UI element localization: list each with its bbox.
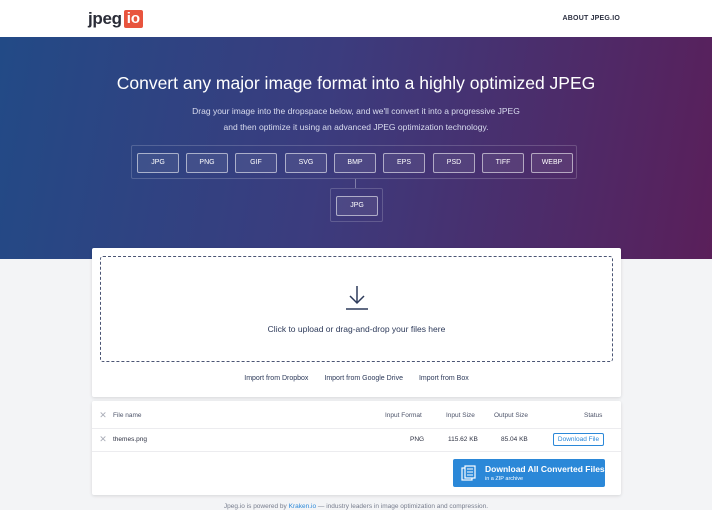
download-file-button[interactable]: Download File [553, 433, 604, 446]
format-jpg: JPG [137, 153, 179, 173]
dropzone-text: Click to upload or drag-and-drop your fi… [267, 324, 446, 334]
column-output-size: Output Size [494, 412, 528, 419]
column-input-size: Input Size [446, 412, 475, 419]
column-file-name: File name [113, 412, 142, 419]
hero-banner: Convert any major image format into a hi… [0, 37, 712, 259]
format-tiff: TIFF [482, 153, 524, 173]
footer-text: Jpeg.io is powered by Kraken.io — indust… [0, 503, 712, 510]
format-gif: GIF [235, 153, 277, 173]
file-name-cell: themes.png [113, 436, 147, 443]
zip-button-title: Download All Converted Files [485, 464, 605, 474]
logo-badge: io [123, 10, 144, 28]
hero-title: Convert any major image format into a hi… [116, 73, 596, 93]
hero-desc-line-1: Drag your image into the dropspace below… [192, 106, 520, 116]
import-box-link[interactable]: Import from Box [419, 375, 469, 382]
format-webp: WEBP [531, 153, 573, 173]
upload-dropzone[interactable]: Click to upload or drag-and-drop your fi… [100, 256, 613, 362]
logo-text: jpeg [88, 9, 122, 28]
format-png: PNG [186, 153, 228, 173]
top-bar: jpeg io ABOUT JPEG.IO [0, 0, 712, 37]
import-dropbox-link[interactable]: Import from Dropbox [244, 375, 308, 382]
column-input-format: Input Format [385, 412, 422, 419]
column-status: Status [584, 412, 603, 419]
footer-text-after: — industry leaders in image optimization… [317, 503, 489, 510]
header-divider [92, 428, 621, 429]
upload-card: Click to upload or drag-and-drop your fi… [92, 248, 621, 397]
output-format-group: JPG [330, 188, 383, 222]
row-divider [92, 451, 621, 452]
import-google-drive-link[interactable]: Import from Google Drive [324, 375, 403, 382]
download-arrow-icon [346, 286, 368, 310]
zip-archive-icon [461, 465, 476, 481]
input-formats-group: JPG PNG GIF SVG BMP EPS PSD TIFF WEBP [131, 145, 577, 179]
files-table: ✕ File name Input Format Input Size Outp… [92, 401, 621, 495]
format-psd: PSD [433, 153, 475, 173]
format-bmp: BMP [334, 153, 376, 173]
output-format-jpg: JPG [336, 196, 378, 216]
footer-text-before: Jpeg.io is powered by [223, 503, 287, 510]
format-eps: EPS [383, 153, 425, 173]
input-size-cell: 115.62 KB [448, 436, 478, 443]
download-all-zip-button[interactable]: Download All Converted Files in a ZIP ar… [453, 459, 605, 487]
logo[interactable]: jpeg io [88, 9, 144, 29]
hero-description: Drag your image into the dropspace below… [0, 103, 712, 135]
clear-all-icon[interactable]: ✕ [99, 411, 107, 420]
format-svg: SVG [285, 153, 327, 173]
format-connector-line [355, 179, 356, 188]
import-links: Import from Dropbox Import from Google D… [92, 375, 621, 382]
output-size-cell: 85.04 KB [501, 436, 528, 443]
zip-button-subtitle: in a ZIP archive [485, 476, 524, 482]
remove-file-icon[interactable]: ✕ [99, 435, 107, 444]
footer-kraken-link[interactable]: Kraken.io [289, 503, 316, 510]
input-format-cell: PNG [410, 436, 425, 443]
about-link[interactable]: ABOUT JPEG.IO [563, 15, 620, 22]
hero-desc-line-2: and then optimize it using an advanced J… [223, 122, 489, 132]
